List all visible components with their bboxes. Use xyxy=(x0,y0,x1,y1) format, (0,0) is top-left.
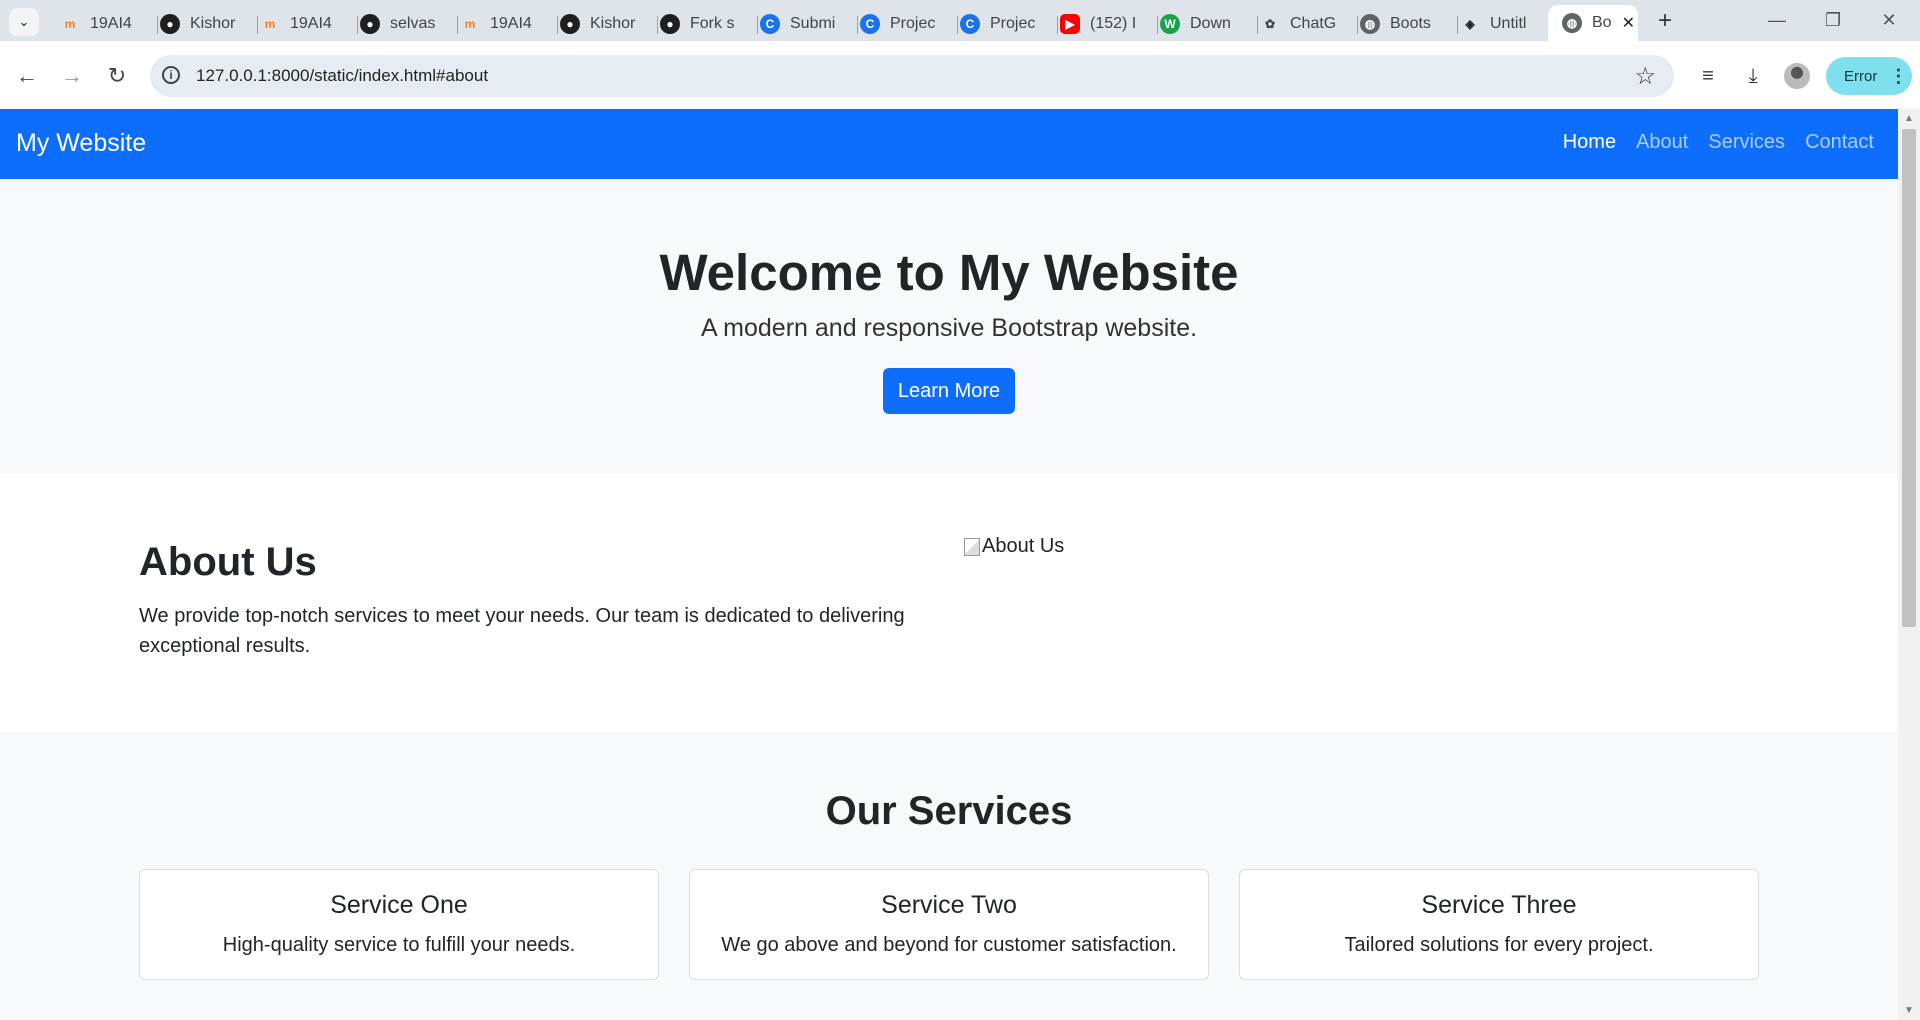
download-icon[interactable]: ⤓ xyxy=(1738,61,1768,91)
more-vert-icon: ⋮ xyxy=(1889,65,1908,86)
tab[interactable]: m 19AI4 xyxy=(460,7,558,41)
tab-active[interactable]: ◍ Bo ✕ xyxy=(1548,5,1638,41)
tab[interactable]: ◍ Boots xyxy=(1360,7,1458,41)
c-circle-icon: C xyxy=(860,14,880,34)
tab[interactable]: ● Kishor xyxy=(160,7,258,41)
scrollbar-thumb[interactable] xyxy=(1902,129,1916,627)
github-icon: ● xyxy=(160,14,180,34)
reload-button[interactable]: ↻ xyxy=(98,57,136,95)
tab[interactable]: m 19AI4 xyxy=(60,7,158,41)
w-circle-icon: W xyxy=(1160,14,1180,34)
moodle-icon: m xyxy=(264,17,276,31)
page-viewport: My Website Home About Services Contact W… xyxy=(0,109,1920,1020)
github-icon: ● xyxy=(560,14,580,34)
tab[interactable]: m 19AI4 xyxy=(260,7,358,41)
arrow-right-icon: → xyxy=(61,63,83,88)
nav-link-contact[interactable]: Contact xyxy=(1805,131,1874,154)
service-card-title: Service One xyxy=(330,891,468,919)
c-circle-icon: C xyxy=(760,14,780,34)
arrow-left-icon: ← xyxy=(16,63,38,88)
tab[interactable]: C Projec xyxy=(960,7,1058,41)
services-heading: Our Services xyxy=(825,789,1073,833)
url-text[interactable]: 127.0.0.1:8000/static/index.html#about xyxy=(196,66,488,86)
tab[interactable]: ● Kishor xyxy=(560,7,658,41)
browser-toolbar: ← → ↻ i 127.0.0.1:8000/static/index.html… xyxy=(0,41,1920,110)
tab[interactable]: C Submi xyxy=(760,7,858,41)
nav-link-home[interactable]: Home xyxy=(1563,131,1616,154)
plus-icon: + xyxy=(1657,7,1672,34)
info-icon[interactable]: i xyxy=(162,66,180,84)
minimize-button[interactable]: — xyxy=(1750,0,1804,41)
hero-subtitle: A modern and responsive Bootstrap websit… xyxy=(700,314,1198,342)
about-image: About Us xyxy=(964,535,1064,558)
chevron-down-icon: ⌄ xyxy=(18,14,30,29)
learn-more-button[interactable]: Learn More xyxy=(883,368,1015,414)
service-card-text: Tailored solutions for every project. xyxy=(1344,934,1654,956)
service-card-text: High-quality service to fulfill your nee… xyxy=(222,934,576,956)
tab-strip: ⌄ m 19AI4 ● Kishor m 19AI4 ● selvas m 19AI4 ●… xyxy=(0,0,1920,41)
hero-section: Welcome to My Website A modern and respo… xyxy=(0,179,1898,474)
services-section: Our Services Service One High-quality se… xyxy=(0,732,1898,1020)
github-icon: ● xyxy=(360,14,380,34)
scroll-up-icon[interactable]: ▲ xyxy=(1904,113,1914,124)
about-section: About Us We provide top-notch services t… xyxy=(0,474,1898,732)
page-scrollbar[interactable]: ▲ ▼ xyxy=(1898,109,1920,1020)
profile-error-button[interactable]: Error ⋮ xyxy=(1826,57,1912,95)
site-brand[interactable]: My Website xyxy=(16,129,146,158)
globe-icon: ◍ xyxy=(1562,13,1582,33)
avatar[interactable] xyxy=(1784,63,1810,89)
about-image-alt: About Us xyxy=(982,535,1065,557)
github-icon: ● xyxy=(660,14,680,34)
web-page: My Website Home About Services Contact W… xyxy=(0,109,1898,1020)
about-heading: About Us xyxy=(139,540,317,584)
bookmark-star-icon[interactable]: ☆ xyxy=(1634,62,1656,91)
close-icon[interactable]: ✕ xyxy=(1622,13,1635,33)
tab[interactable]: ● selvas xyxy=(360,7,458,41)
back-button[interactable]: ← xyxy=(8,57,46,95)
service-card-text: We go above and beyond for customer sati… xyxy=(721,934,1177,956)
broken-image-icon xyxy=(964,537,980,556)
c-circle-icon: C xyxy=(960,14,980,34)
new-tab-button[interactable]: + xyxy=(1650,6,1680,36)
service-card-title: Service Three xyxy=(1421,891,1577,919)
reload-icon: ↻ xyxy=(107,63,127,88)
tab[interactable]: ▶ (152) I xyxy=(1060,7,1158,41)
tab[interactable]: ◈ Untitl xyxy=(1460,7,1558,41)
scroll-down-icon[interactable]: ▼ xyxy=(1904,1005,1914,1016)
nav-links: Home About Services Contact xyxy=(1563,131,1874,154)
tab-search-button[interactable]: ⌄ xyxy=(9,8,39,36)
close-icon: ✕ xyxy=(1881,10,1897,30)
chatgpt-icon: ✿ xyxy=(1264,17,1276,31)
tab[interactable]: C Projec xyxy=(860,7,958,41)
site-navbar: My Website Home About Services Contact xyxy=(0,109,1898,179)
restore-button[interactable]: ❐ xyxy=(1806,0,1860,41)
about-text: We provide top-notch services to meet yo… xyxy=(139,605,905,657)
error-label: Error xyxy=(1844,67,1878,85)
youtube-icon: ▶ xyxy=(1060,14,1080,34)
close-window-button[interactable]: ✕ xyxy=(1862,0,1916,41)
restore-icon: ❐ xyxy=(1824,10,1842,30)
service-card-title: Service Two xyxy=(881,891,1017,919)
moodle-icon: m xyxy=(64,17,76,31)
nav-link-about[interactable]: About xyxy=(1636,131,1688,154)
moodle-icon: m xyxy=(464,17,476,31)
minimize-icon: — xyxy=(1768,10,1786,30)
service-card: Service Three Tailored solutions for eve… xyxy=(1239,869,1759,980)
codepen-icon: ◈ xyxy=(1465,17,1475,31)
globe-icon: ◍ xyxy=(1360,14,1380,34)
service-card: Service One High-quality service to fulf… xyxy=(139,869,659,980)
address-bar[interactable]: i 127.0.0.1:8000/static/index.html#about… xyxy=(150,55,1674,97)
nav-link-services[interactable]: Services xyxy=(1708,131,1785,154)
hero-title: Welcome to My Website xyxy=(659,244,1239,301)
media-controls-icon[interactable]: ≡ xyxy=(1693,61,1723,91)
tab[interactable]: ● Fork s xyxy=(660,7,758,41)
tab[interactable]: W Down xyxy=(1160,7,1258,41)
tab[interactable]: ✿ ChatG xyxy=(1260,7,1358,41)
forward-button[interactable]: → xyxy=(53,57,91,95)
service-card: Service Two We go above and beyond for c… xyxy=(689,869,1209,980)
